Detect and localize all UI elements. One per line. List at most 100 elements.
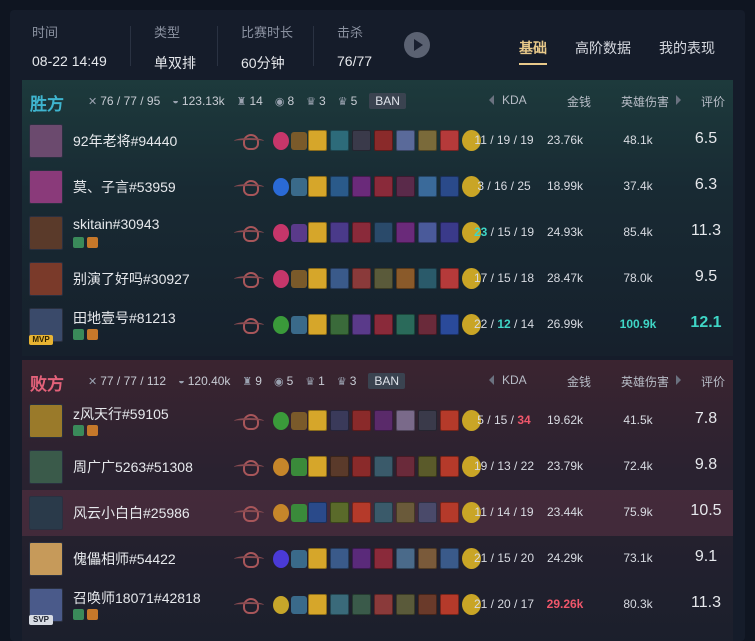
- item-icon[interactable]: [396, 456, 415, 477]
- item-icon[interactable]: [440, 410, 459, 431]
- player-name[interactable]: 92年老将#94440: [73, 131, 177, 151]
- champion-avatar[interactable]: [29, 170, 63, 204]
- item-icon[interactable]: [440, 222, 459, 243]
- ban-button[interactable]: BAN: [369, 93, 406, 109]
- player-row[interactable]: 风云小白白#25986 11 / 14 / 19 23.44k 75.9k 10.5: [22, 490, 733, 536]
- champion-avatar[interactable]: [29, 450, 63, 484]
- player-name[interactable]: 风云小白白#25986: [73, 503, 190, 523]
- scroll-right-icon[interactable]: [676, 95, 681, 105]
- item-icon[interactable]: [374, 548, 393, 569]
- player-row[interactable]: 傀儡相师#54422 21 / 15 / 20 24.29k 73.1k 9.1: [22, 536, 733, 582]
- item-icon[interactable]: [440, 176, 459, 197]
- player-name[interactable]: 召唤师18071#42818: [73, 588, 201, 608]
- item-icon[interactable]: [440, 548, 459, 569]
- replay-play-icon[interactable]: [404, 32, 430, 58]
- item-icon[interactable]: [440, 268, 459, 289]
- item-icon[interactable]: [330, 176, 349, 197]
- item-icon[interactable]: [330, 222, 349, 243]
- damage-column-header[interactable]: 英雄伤害: [621, 373, 669, 390]
- item-icon[interactable]: [374, 456, 393, 477]
- item-icon[interactable]: [308, 268, 327, 289]
- champion-avatar[interactable]: [29, 124, 63, 158]
- item-icon[interactable]: [352, 410, 371, 431]
- item-icon[interactable]: [396, 130, 415, 151]
- scroll-left-icon[interactable]: [489, 95, 494, 105]
- gold-column-header[interactable]: 金钱: [567, 373, 591, 390]
- item-icon[interactable]: [440, 456, 459, 477]
- item-icon[interactable]: [352, 456, 371, 477]
- item-icon[interactable]: [374, 314, 393, 335]
- item-icon[interactable]: [308, 314, 327, 335]
- item-icon[interactable]: [418, 268, 437, 289]
- item-icon[interactable]: [374, 502, 393, 523]
- tab-advanced-data[interactable]: 高阶数据: [575, 38, 631, 58]
- player-row[interactable]: skitain#30943 23 / 15 / 19 24.93k 85.4k 11.3: [22, 210, 733, 256]
- score-column-header[interactable]: 评价: [701, 373, 725, 390]
- item-icon[interactable]: [308, 456, 327, 477]
- champion-avatar[interactable]: [29, 542, 63, 576]
- item-icon[interactable]: [330, 456, 349, 477]
- player-name[interactable]: 莫、子言#53959: [73, 177, 176, 197]
- item-icon[interactable]: [418, 548, 437, 569]
- player-name[interactable]: 周广广5263#51308: [73, 457, 193, 477]
- item-icon[interactable]: [308, 410, 327, 431]
- item-icon[interactable]: [330, 130, 349, 151]
- scroll-left-icon[interactable]: [489, 375, 494, 385]
- item-icon[interactable]: [330, 594, 349, 615]
- player-row[interactable]: 别演了好吗#30927 17 / 15 / 18 28.47k 78.0k 9.5: [22, 256, 733, 302]
- item-icon[interactable]: [308, 594, 327, 615]
- item-icon[interactable]: [352, 314, 371, 335]
- item-icon[interactable]: [418, 314, 437, 335]
- item-icon[interactable]: [396, 176, 415, 197]
- kda-column-header[interactable]: KDA: [502, 93, 527, 107]
- item-icon[interactable]: [418, 130, 437, 151]
- item-icon[interactable]: [374, 594, 393, 615]
- item-icon[interactable]: [396, 268, 415, 289]
- item-icon[interactable]: [308, 548, 327, 569]
- player-row[interactable]: 92年老将#94440 11 / 19 / 19 23.76k 48.1k 6.5: [22, 118, 733, 164]
- gold-column-header[interactable]: 金钱: [567, 93, 591, 110]
- player-name[interactable]: 傀儡相师#54422: [73, 549, 176, 569]
- item-icon[interactable]: [330, 548, 349, 569]
- tab-basic[interactable]: 基础: [519, 38, 547, 65]
- player-row[interactable]: 周广广5263#51308 19 / 13 / 22 23.79k 72.4k 9.8: [22, 444, 733, 490]
- item-icon[interactable]: [374, 176, 393, 197]
- damage-column-header[interactable]: 英雄伤害: [621, 93, 669, 110]
- item-icon[interactable]: [418, 222, 437, 243]
- item-icon[interactable]: [396, 594, 415, 615]
- player-name[interactable]: 田地壹号#81213: [73, 308, 176, 328]
- player-row[interactable]: z风天行#59105 5 / 15 / 34 19.62k 41.5k 7.8: [22, 398, 733, 444]
- item-icon[interactable]: [352, 594, 371, 615]
- player-row[interactable]: MVP 田地壹号#81213 22 / 12 / 14 26.99k 100.9k 12.…: [22, 302, 733, 348]
- champion-avatar[interactable]: [29, 404, 63, 438]
- item-icon[interactable]: [352, 268, 371, 289]
- player-name[interactable]: z风天行#59105: [73, 404, 169, 424]
- item-icon[interactable]: [308, 130, 327, 151]
- player-name[interactable]: skitain#30943: [73, 216, 159, 232]
- tab-my-performance[interactable]: 我的表现: [659, 38, 715, 58]
- item-icon[interactable]: [308, 176, 327, 197]
- item-icon[interactable]: [330, 268, 349, 289]
- item-icon[interactable]: [330, 314, 349, 335]
- item-icon[interactable]: [352, 502, 371, 523]
- item-icon[interactable]: [440, 502, 459, 523]
- champion-avatar[interactable]: [29, 496, 63, 530]
- champion-avatar[interactable]: [29, 262, 63, 296]
- player-row[interactable]: 莫、子言#53959 3 / 16 / 25 18.99k 37.4k 6.3: [22, 164, 733, 210]
- item-icon[interactable]: [308, 502, 327, 523]
- scroll-right-icon[interactable]: [676, 375, 681, 385]
- item-icon[interactable]: [396, 548, 415, 569]
- item-icon[interactable]: [374, 222, 393, 243]
- item-icon[interactable]: [418, 410, 437, 431]
- item-icon[interactable]: [440, 130, 459, 151]
- item-icon[interactable]: [374, 130, 393, 151]
- item-icon[interactable]: [374, 268, 393, 289]
- item-icon[interactable]: [374, 410, 393, 431]
- champion-avatar[interactable]: [29, 216, 63, 250]
- item-icon[interactable]: [330, 502, 349, 523]
- kda-column-header[interactable]: KDA: [502, 373, 527, 387]
- score-column-header[interactable]: 评价: [701, 93, 725, 110]
- item-icon[interactable]: [308, 222, 327, 243]
- item-icon[interactable]: [418, 502, 437, 523]
- item-icon[interactable]: [352, 176, 371, 197]
